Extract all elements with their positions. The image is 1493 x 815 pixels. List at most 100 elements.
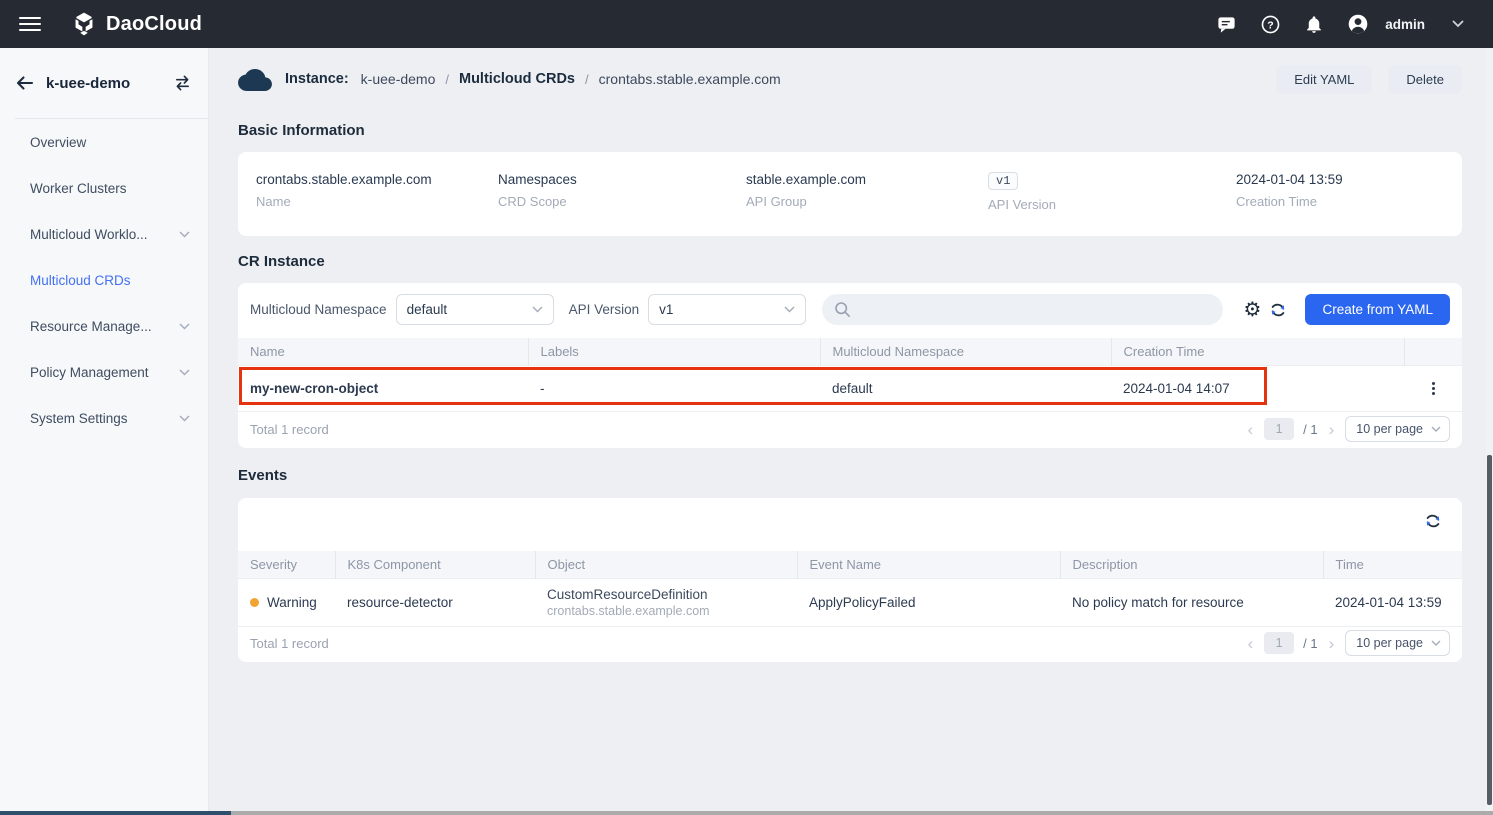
cluster-switch-icon[interactable] <box>173 74 192 92</box>
prev-page-icon[interactable]: ‹ <box>1245 421 1255 438</box>
severity-value: Warning <box>267 595 317 610</box>
col-actions <box>1404 338 1462 365</box>
daocloud-logo-icon <box>71 11 97 37</box>
col-k8s-component[interactable]: K8s Component <box>335 551 535 578</box>
help-icon[interactable]: ? <box>1259 13 1281 35</box>
per-page-select[interactable]: 10 per page <box>1345 630 1450 656</box>
user-avatar[interactable] <box>1347 13 1369 35</box>
col-object[interactable]: Object <box>535 551 797 578</box>
field-api-version-label: API Version <box>988 197 1236 212</box>
col-labels[interactable]: Labels <box>528 338 820 365</box>
namespace-select[interactable]: default <box>396 294 554 325</box>
cr-labels-cell: - <box>528 365 820 411</box>
chevron-down-icon <box>179 231 190 238</box>
current-page-box[interactable]: 1 <box>1264 632 1294 654</box>
object-name: crontabs.stable.example.com <box>547 604 785 618</box>
chevron-down-icon <box>179 369 190 376</box>
menu-hamburger-icon[interactable] <box>19 17 41 31</box>
cr-namespace-cell: default <box>820 365 1111 411</box>
create-from-yaml-button[interactable]: Create from YAML <box>1305 294 1450 325</box>
admin-username[interactable]: admin <box>1385 17 1425 32</box>
field-name-value: crontabs.stable.example.com <box>256 172 498 187</box>
field-api-group-value: stable.example.com <box>746 172 988 187</box>
field-creation-time-label: Creation Time <box>1236 194 1343 209</box>
chevron-down-icon <box>1431 640 1441 646</box>
chevron-down-icon <box>1431 426 1441 432</box>
page-of-text: / 1 <box>1303 636 1317 651</box>
col-time[interactable]: Time <box>1323 551 1462 578</box>
cr-instance-table: Name Labels Multicloud Namespace Creatio… <box>238 338 1462 412</box>
topbar: DaoCloud ? admin <box>0 0 1493 48</box>
cr-total-records: Total 1 record <box>250 422 329 437</box>
sidebar-item-worker-clusters[interactable]: Worker Clusters <box>0 165 208 211</box>
field-name-label: Name <box>256 194 498 209</box>
col-creation-time[interactable]: Creation Time <box>1111 338 1404 365</box>
current-page-box[interactable]: 1 <box>1264 418 1294 440</box>
events-refresh-icon[interactable] <box>1420 508 1446 534</box>
field-crd-scope-label: CRD Scope <box>498 194 746 209</box>
event-name-cell: ApplyPolicyFailed <box>797 578 1060 626</box>
instance-cloud-icon <box>238 67 272 91</box>
back-arrow-icon[interactable] <box>15 74 34 92</box>
delete-button[interactable]: Delete <box>1388 65 1462 94</box>
col-description[interactable]: Description <box>1060 551 1323 578</box>
prev-page-icon[interactable]: ‹ <box>1245 635 1255 652</box>
events-card: Severity K8s Component Object Event Name… <box>238 498 1462 662</box>
table-settings-gear-icon[interactable]: ⚙ <box>1239 297 1265 323</box>
description-cell: No policy match for resource <box>1060 578 1323 626</box>
brand-name: DaoCloud <box>106 13 202 36</box>
per-page-select[interactable]: 10 per page <box>1345 416 1450 442</box>
scrollbar-thumb[interactable] <box>1487 455 1492 805</box>
col-name[interactable]: Name <box>238 338 528 365</box>
api-version-select[interactable]: v1 <box>648 294 806 325</box>
time-cell: 2024-01-04 13:59 <box>1323 578 1462 626</box>
chevron-down-icon <box>532 306 543 313</box>
sidebar-item-resource-management[interactable]: Resource Manage... <box>0 303 208 349</box>
search-input[interactable] <box>822 294 1223 325</box>
col-namespace[interactable]: Multicloud Namespace <box>820 338 1111 365</box>
col-severity[interactable]: Severity <box>238 551 335 578</box>
api-version-badge: v1 <box>988 172 1018 190</box>
warning-status-dot <box>250 598 259 607</box>
notification-bell-icon[interactable] <box>1303 13 1325 35</box>
main-content: Instance: k-uee-demo / Multicloud CRDs /… <box>209 48 1493 815</box>
field-creation-time-value: 2024-01-04 13:59 <box>1236 172 1343 187</box>
sidebar-item-policy-management[interactable]: Policy Management <box>0 349 208 395</box>
table-row[interactable]: my-new-cron-object - default 2024-01-04 … <box>238 365 1462 411</box>
user-menu-chevron-down-icon[interactable] <box>1447 13 1469 35</box>
vertical-scrollbar[interactable] <box>1486 48 1493 811</box>
breadcrumb-crd-name: crontabs.stable.example.com <box>599 71 781 87</box>
cr-name-cell[interactable]: my-new-cron-object <box>238 365 528 411</box>
cr-instance-card: Multicloud Namespace default API Version… <box>238 283 1462 448</box>
breadcrumb-multicloud-crds[interactable]: Multicloud CRDs <box>459 71 575 87</box>
object-kind: CustomResourceDefinition <box>547 587 785 602</box>
sidebar-item-multicloud-crds[interactable]: Multicloud CRDs <box>0 257 208 303</box>
field-crd-scope-value: Namespaces <box>498 172 746 187</box>
api-version-filter-label: API Version <box>569 302 640 317</box>
svg-text:?: ? <box>1267 19 1273 31</box>
sidebar-item-system-settings[interactable]: System Settings <box>0 395 208 441</box>
sidebar-item-overview[interactable]: Overview <box>0 119 208 165</box>
cluster-name: k-uee-demo <box>46 75 173 92</box>
events-total-records: Total 1 record <box>250 636 329 651</box>
bottom-edge-strip <box>0 811 1493 815</box>
sidebar-item-multicloud-workloads[interactable]: Multicloud Worklo... <box>0 211 208 257</box>
cr-instance-title: CR Instance <box>238 253 325 270</box>
edit-yaml-button[interactable]: Edit YAML <box>1276 65 1372 94</box>
chevron-down-icon <box>179 415 190 422</box>
breadcrumb-cluster[interactable]: k-uee-demo <box>361 71 436 87</box>
chat-icon[interactable] <box>1215 13 1237 35</box>
instance-label: Instance: <box>285 71 349 87</box>
object-cell: CustomResourceDefinition crontabs.stable… <box>535 578 797 626</box>
col-event-name[interactable]: Event Name <box>797 551 1060 578</box>
refresh-icon[interactable] <box>1265 297 1291 323</box>
basic-info-title: Basic Information <box>238 122 365 139</box>
next-page-icon[interactable]: › <box>1327 421 1337 438</box>
namespace-filter-label: Multicloud Namespace <box>250 302 387 317</box>
row-actions-kebab-icon[interactable] <box>1424 382 1442 395</box>
next-page-icon[interactable]: › <box>1327 635 1337 652</box>
component-cell: resource-detector <box>335 578 535 626</box>
events-title: Events <box>238 467 287 484</box>
search-icon <box>834 301 851 318</box>
events-pagination: Total 1 record ‹ 1 / 1 › 10 per page <box>238 624 1462 662</box>
